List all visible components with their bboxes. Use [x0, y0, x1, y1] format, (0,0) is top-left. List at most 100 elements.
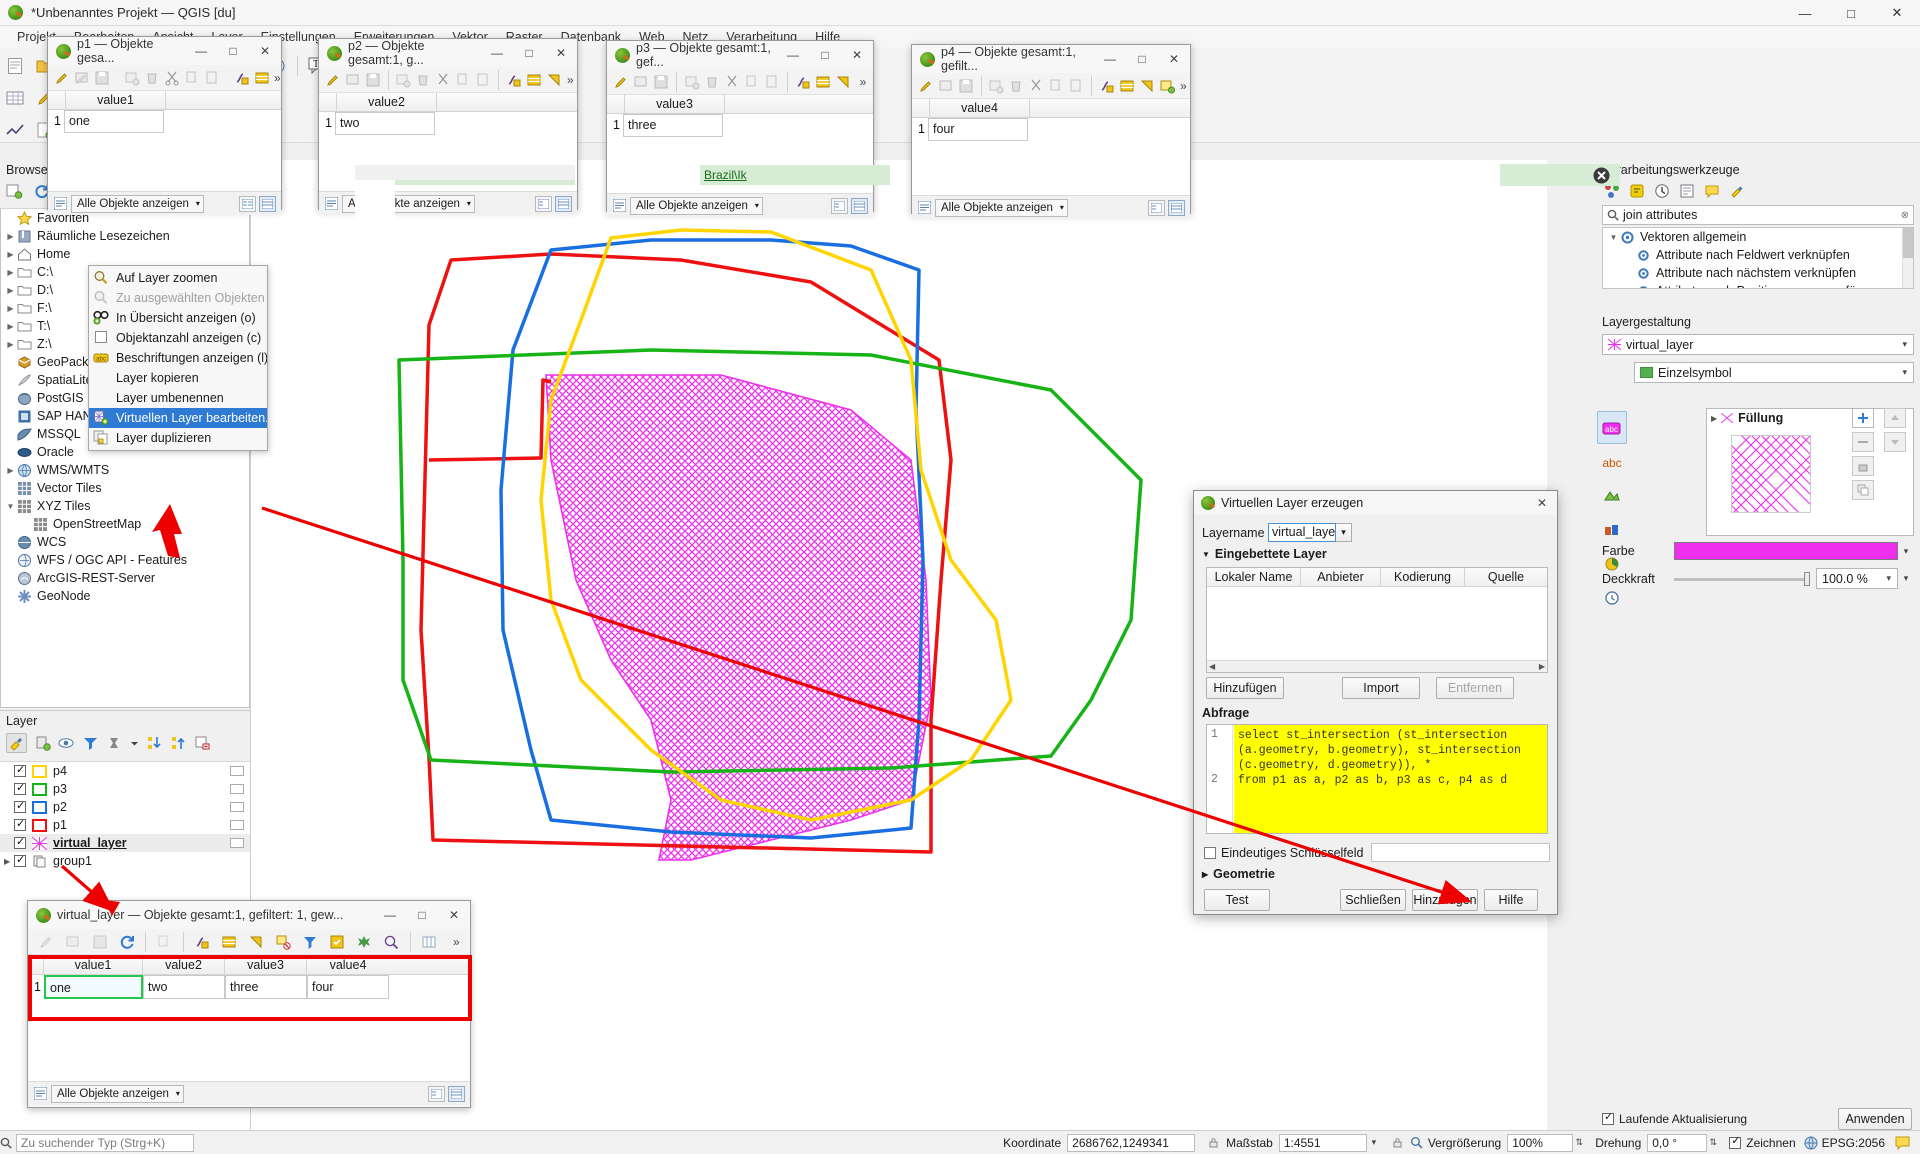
menu-item-auf-layer-zoomen[interactable]: Auf Layer zoomen: [89, 268, 267, 288]
tab-masks[interactable]: [1597, 479, 1627, 512]
chevron-right-icon[interactable]: ▶: [4, 340, 17, 349]
toggle-editing-icon[interactable]: [34, 929, 57, 955]
remove-layer-button[interactable]: Entfernen: [1436, 677, 1514, 699]
add-feature-icon[interactable]: [395, 67, 411, 93]
col-lokaler-name[interactable]: Lokaler Name: [1207, 568, 1301, 586]
table-view-icon[interactable]: [218, 929, 241, 955]
magnifier-spin-icon[interactable]: ⇅: [1573, 1137, 1585, 1148]
menu-item-virtuellen-layer-bearbeiten[interactable]: Virtuellen Layer bearbeiten...: [89, 408, 267, 428]
opacity-dropdown-icon[interactable]: ▾: [1898, 573, 1914, 584]
symbol-tree-expander-icon[interactable]: ▶: [1711, 414, 1717, 423]
close-button[interactable]: ✕: [545, 40, 577, 66]
open-layer-styling-icon[interactable]: [6, 733, 27, 753]
cell-value2[interactable]: two: [335, 112, 435, 135]
delete-feature-icon[interactable]: [704, 69, 720, 95]
layer-visibility-checkbox[interactable]: [14, 781, 26, 795]
form-view-button[interactable]: [535, 195, 552, 212]
field-calculator-icon[interactable]: [795, 69, 811, 95]
form-view-button[interactable]: [428, 1085, 445, 1102]
browser-item-wcs[interactable]: WCS: [1, 533, 249, 551]
copy-features-icon[interactable]: [744, 69, 760, 95]
browser-item-xyz-tiles[interactable]: ▼ XYZ Tiles: [1, 497, 249, 515]
select-by-expression-icon[interactable]: [1159, 73, 1175, 99]
measure-line-icon[interactable]: [2, 117, 28, 143]
cell-value1[interactable]: one: [44, 975, 143, 999]
attribute-grid[interactable]: value1 1 one: [48, 91, 281, 191]
tab-symbology[interactable]: abc: [1597, 411, 1627, 444]
cut-features-icon[interactable]: [435, 67, 451, 93]
attribute-grid[interactable]: value4 1 four: [912, 99, 1190, 195]
chevron-right-icon[interactable]: ▶: [4, 232, 17, 241]
filter-features-icon[interactable]: [299, 929, 322, 955]
maximize-button[interactable]: □: [217, 38, 249, 64]
browser-item-openstreetmap[interactable]: OpenStreetMap: [1, 515, 249, 533]
browser-item-arcgis-rest-server[interactable]: ArcGIS-REST-Server: [1, 569, 249, 587]
multi-edit-icon[interactable]: [74, 65, 90, 91]
minimize-button[interactable]: —: [777, 42, 809, 68]
layer-item-p4[interactable]: p4: [0, 762, 250, 780]
styling-layer-combo[interactable]: virtual_layer: [1602, 334, 1914, 355]
move-symbol-down-button[interactable]: [1884, 432, 1906, 452]
column-header-value2[interactable]: value2: [143, 955, 225, 974]
new-project-icon[interactable]: [2, 53, 28, 79]
layer-item-virtual_layer[interactable]: virtual_layer: [0, 834, 250, 852]
delete-feature-icon[interactable]: [1008, 73, 1024, 99]
chevron-right-icon[interactable]: ▶: [4, 304, 17, 313]
cell-value2[interactable]: two: [143, 975, 225, 999]
expand-all-icon[interactable]: [146, 735, 163, 751]
add-layer-icon[interactable]: [6, 183, 23, 199]
column-header-value4[interactable]: value4: [307, 955, 389, 974]
feature-filter-combo[interactable]: Alle Objekte anzeigen: [51, 1084, 184, 1103]
layername-dropdown-icon[interactable]: ▾: [1336, 523, 1352, 542]
magnifier-lock-icon[interactable]: [1391, 1136, 1404, 1149]
crs-globe-icon[interactable]: [1804, 1136, 1818, 1150]
paste-features-icon[interactable]: [204, 65, 220, 91]
paste-features-icon[interactable]: [764, 69, 780, 95]
unique-key-checkbox[interactable]: [1204, 846, 1216, 859]
table-view-icon[interactable]: [1119, 73, 1135, 99]
opacity-value-field[interactable]: 100.0 %: [1816, 568, 1898, 589]
toggle-editing-icon[interactable]: [918, 73, 934, 99]
copy-features-icon[interactable]: [153, 929, 176, 955]
reload-table-icon[interactable]: [115, 929, 138, 955]
close-button[interactable]: ✕: [841, 42, 873, 68]
multi-edit-icon[interactable]: [633, 69, 649, 95]
close-button[interactable]: ✕: [249, 38, 281, 64]
column-header[interactable]: value3: [625, 95, 725, 113]
copy-features-icon[interactable]: [184, 65, 200, 91]
add-group-icon[interactable]: [34, 735, 51, 751]
embedded-layers-group-header[interactable]: Eingebettete Layer: [1202, 547, 1327, 561]
move-symbol-up-button[interactable]: [1884, 408, 1906, 428]
open-attribute-table-icon[interactable]: [2, 85, 28, 111]
form-view-button[interactable]: [831, 197, 848, 214]
rotation-value[interactable]: 0,0 °: [1647, 1133, 1708, 1152]
multi-edit-icon[interactable]: [345, 67, 361, 93]
feature-filter-combo[interactable]: Alle Objekte anzeigen: [935, 198, 1068, 217]
filter-legend-icon[interactable]: [82, 735, 99, 751]
cut-features-icon[interactable]: [164, 65, 180, 91]
locator-search-input[interactable]: Zu suchender Typ (Strg+K): [16, 1133, 194, 1152]
layer-context-menu[interactable]: Auf Layer zoomen Zu ausgewählten Objekten…: [88, 265, 268, 451]
field-calculator-icon[interactable]: [506, 67, 522, 93]
form-view-icon[interactable]: [1139, 73, 1155, 99]
color-dropdown-icon[interactable]: ▾: [1898, 546, 1914, 557]
fill-color-swatch[interactable]: [1674, 542, 1898, 560]
cell-value3[interactable]: three: [623, 114, 723, 137]
menu-item-layer-kopieren[interactable]: Layer kopieren: [89, 368, 267, 388]
col-quelle[interactable]: Quelle: [1465, 568, 1547, 586]
browser-item-wfs-ogc-api-features[interactable]: WFS / OGC API - Features: [1, 551, 249, 569]
form-view-icon[interactable]: [245, 929, 268, 955]
embedded-table-hscrollbar[interactable]: ◀ ▶: [1207, 660, 1547, 672]
maximize-button[interactable]: □: [1126, 46, 1158, 72]
crs-label[interactable]: EPSG:2056: [1822, 1136, 1885, 1150]
browser-item-home[interactable]: ▶ Home: [1, 245, 249, 263]
column-header-value3[interactable]: value3: [225, 955, 307, 974]
lock-scale-icon[interactable]: [1207, 1136, 1220, 1149]
delete-feature-icon[interactable]: [144, 65, 160, 91]
add-feature-icon[interactable]: [684, 69, 700, 95]
add-button[interactable]: Hinzufügen: [1412, 889, 1478, 911]
close-button[interactable]: Schließen: [1340, 889, 1406, 911]
table-view-button[interactable]: [259, 195, 276, 212]
add-feature-icon[interactable]: [124, 65, 140, 91]
copy-features-icon[interactable]: [1048, 73, 1064, 99]
